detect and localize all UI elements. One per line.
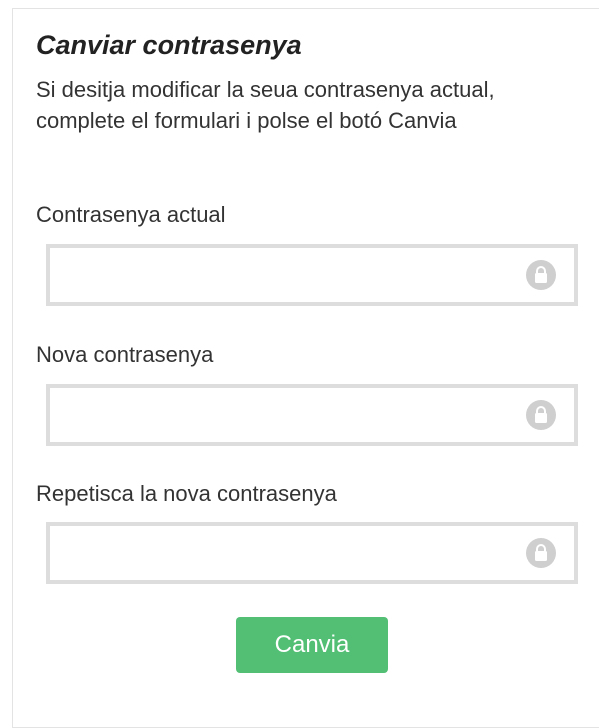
form-title: Canviar contrasenya <box>36 30 302 60</box>
current-password-input[interactable] <box>50 248 574 302</box>
new-password-field-container <box>46 384 578 446</box>
repeat-password-field-container <box>46 522 578 584</box>
current-password-label: Contrasenya actual <box>36 202 226 227</box>
new-password-label: Nova contrasenya <box>36 342 214 367</box>
new-password-input[interactable] <box>50 388 574 442</box>
form-description: Si desitja modificar la seua contrasenya… <box>36 77 495 133</box>
lock-icon <box>526 538 556 568</box>
change-password-button[interactable]: Canvia <box>236 617 388 673</box>
lock-icon <box>526 400 556 430</box>
repeat-password-input[interactable] <box>50 526 574 580</box>
lock-icon <box>526 260 556 290</box>
repeat-password-label: Repetisca la nova contrasenya <box>36 481 337 506</box>
current-password-field-container <box>46 244 578 306</box>
